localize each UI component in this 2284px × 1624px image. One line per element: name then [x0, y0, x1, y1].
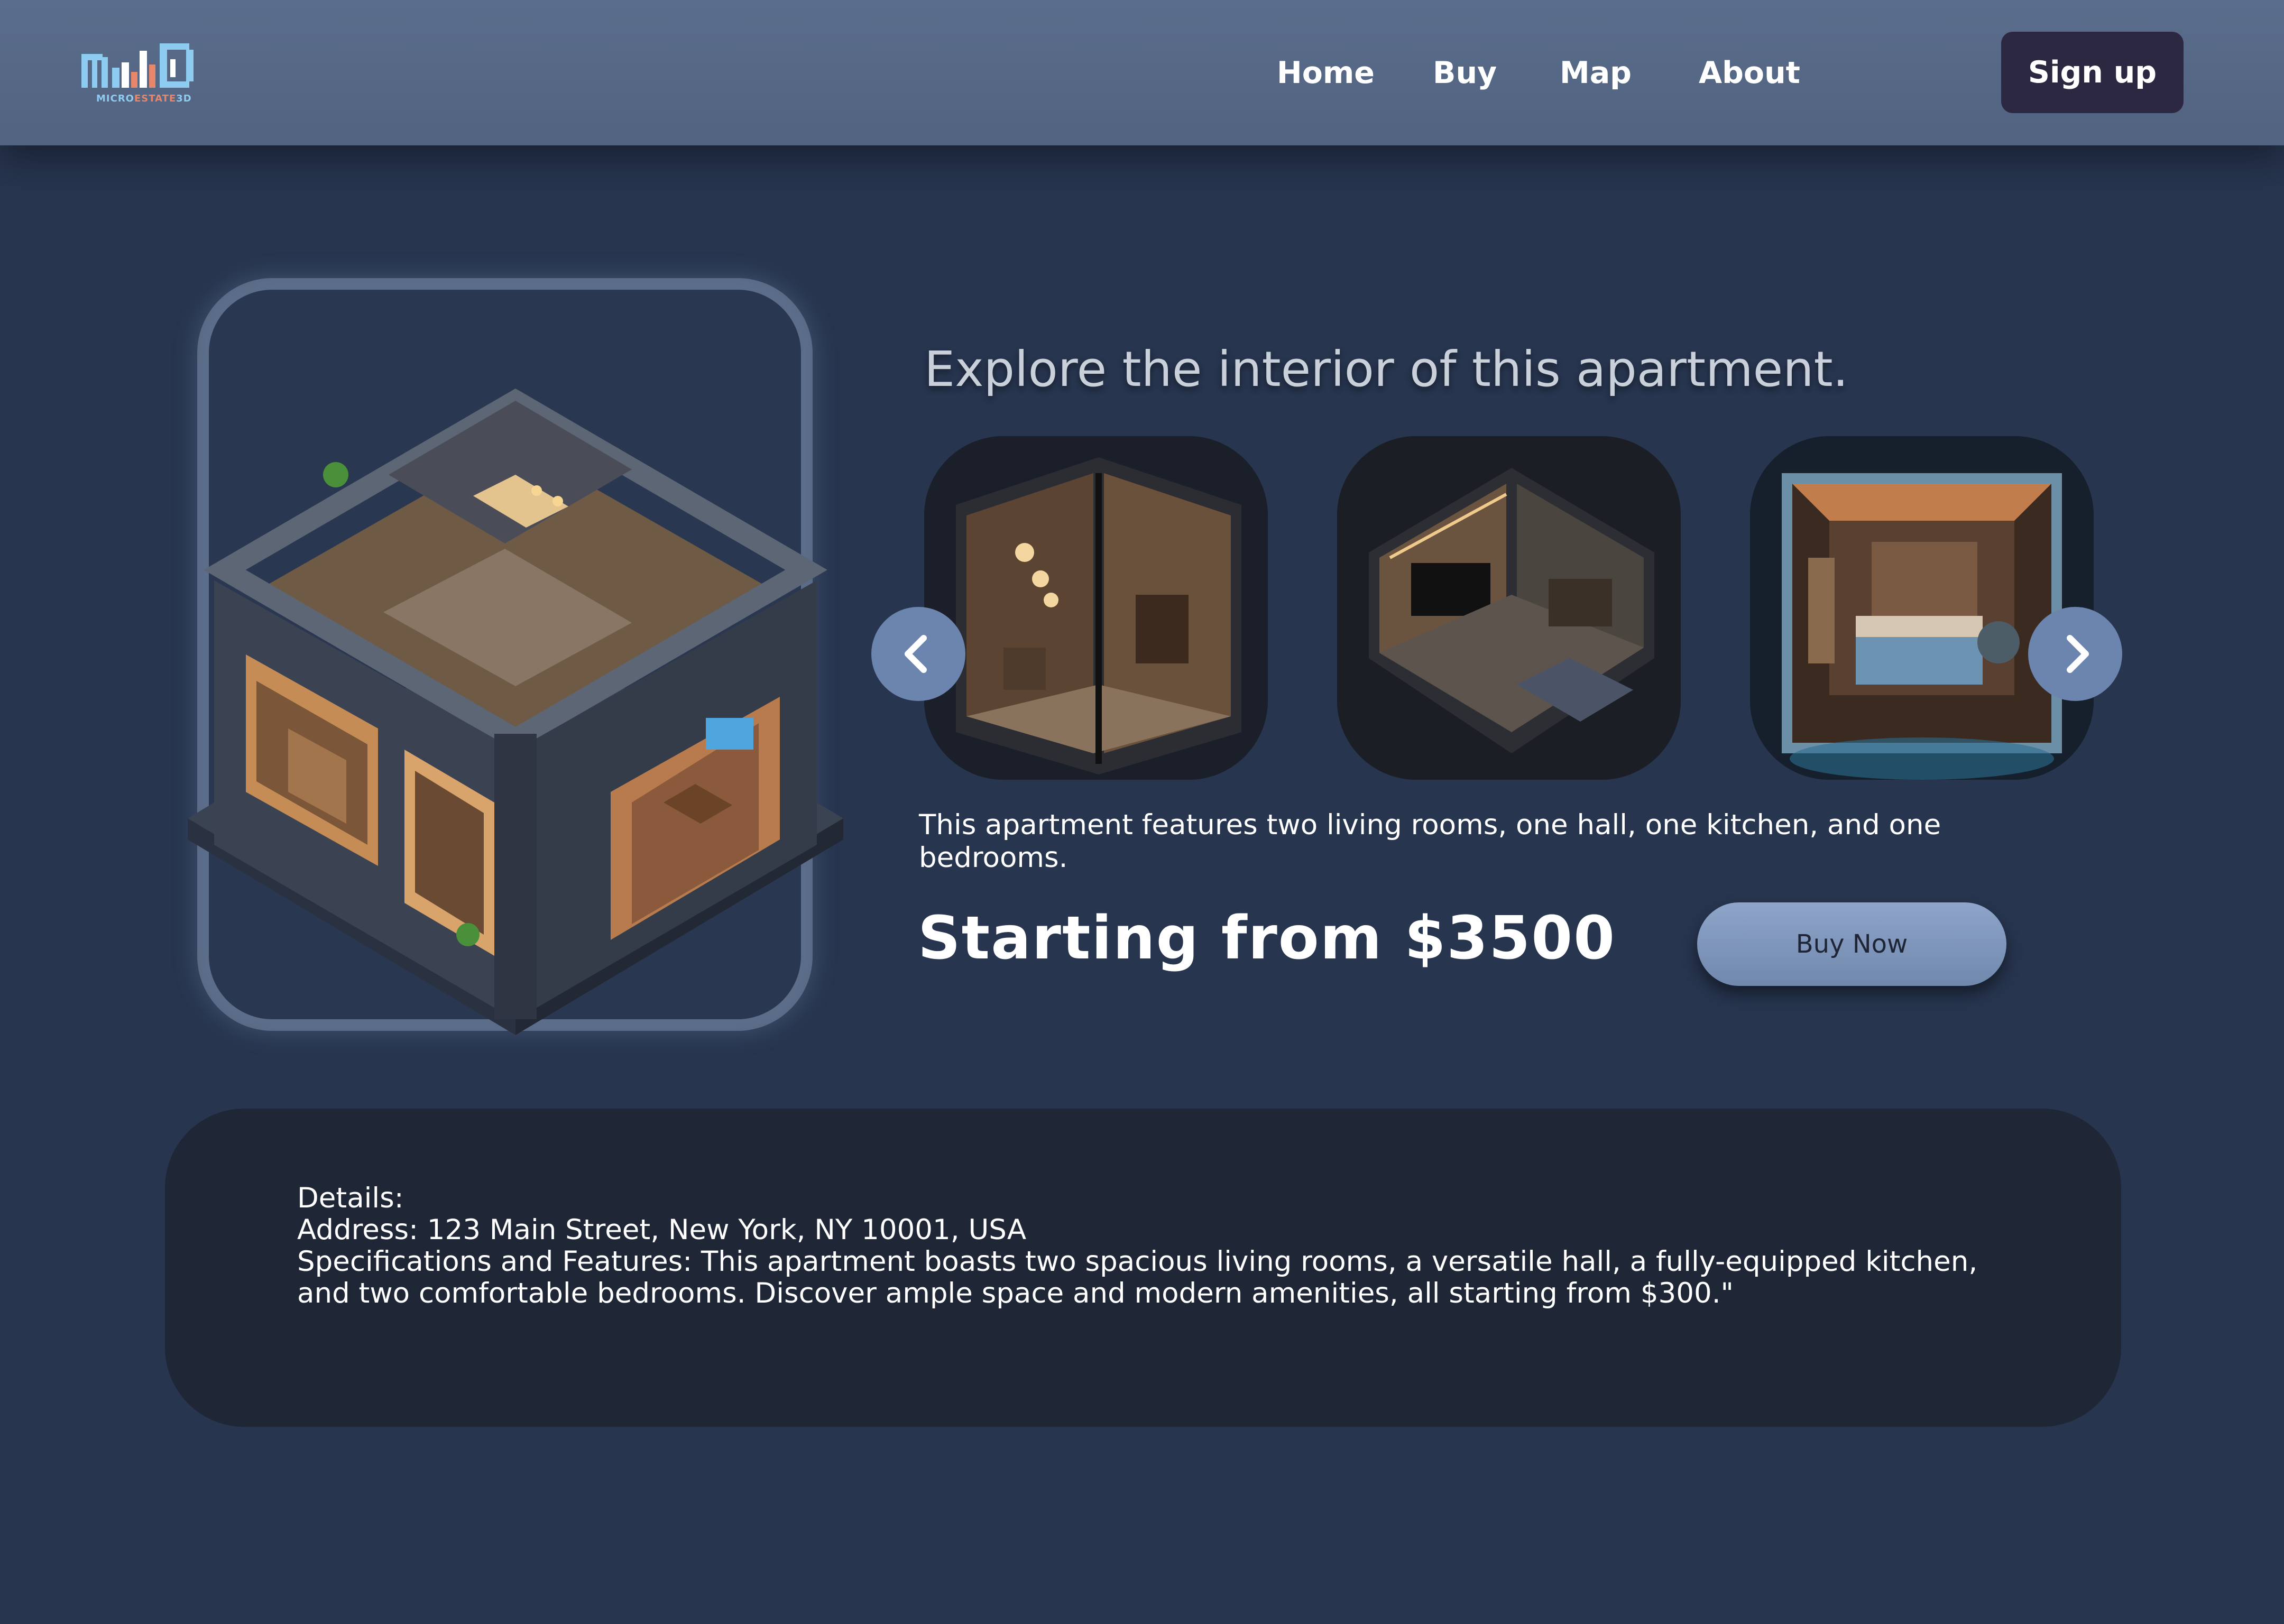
logo-caption: MICROESTATE3D	[96, 93, 192, 104]
main-image-frame	[188, 290, 843, 1035]
tv-lounge-thumbnail[interactable]	[1337, 436, 1681, 780]
chevron-left-icon	[905, 635, 927, 673]
details-text: Details: Address: 123 Main Street, New Y…	[297, 1183, 2015, 1309]
details-panel: Details: Address: 123 Main Street, New Y…	[165, 1109, 2121, 1427]
details-address: Address: 123 Main Street, New York, NY 1…	[297, 1214, 1027, 1246]
living-room-image	[924, 436, 1268, 780]
details-specifications: Specifications and Features: This apartm…	[297, 1245, 1978, 1309]
isometric-apartment-image	[188, 388, 843, 1035]
chevron-right-icon	[2067, 635, 2089, 673]
logo-caption-3d: 3D	[176, 93, 192, 104]
nav-home[interactable]: Home	[1277, 52, 1375, 94]
nav-buy[interactable]: Buy	[1433, 52, 1497, 94]
site-logo[interactable]: MICROESTATE3D	[80, 38, 207, 107]
carousel-next-button[interactable]	[2028, 607, 2122, 701]
hero-title: Explore the interior of this apartment.	[924, 341, 1848, 398]
price-label: Starting from $3500	[918, 904, 1616, 973]
logo-caption-estate: ESTATE	[134, 93, 177, 104]
buy-now-button[interactable]: Buy Now	[1697, 902, 2006, 986]
apartment-description: This apartment features two living rooms…	[919, 809, 1941, 874]
top-navbar: MICROESTATE3D Home Buy Map About Sign up	[0, 0, 2284, 145]
nav-map[interactable]: Map	[1560, 52, 1632, 94]
logo-caption-micro: MICRO	[96, 93, 134, 104]
nav-about[interactable]: About	[1699, 52, 1800, 94]
living-room-thumbnail[interactable]	[924, 436, 1268, 780]
details-heading: Details:	[297, 1182, 404, 1214]
carousel-prev-button[interactable]	[871, 607, 965, 701]
building-logo-icon	[81, 43, 194, 88]
bedroom-thumbnail[interactable]	[1750, 436, 2094, 780]
signup-button[interactable]: Sign up	[2001, 32, 2184, 113]
bedroom-image	[1750, 436, 2094, 780]
tv-lounge-image	[1337, 436, 1681, 780]
